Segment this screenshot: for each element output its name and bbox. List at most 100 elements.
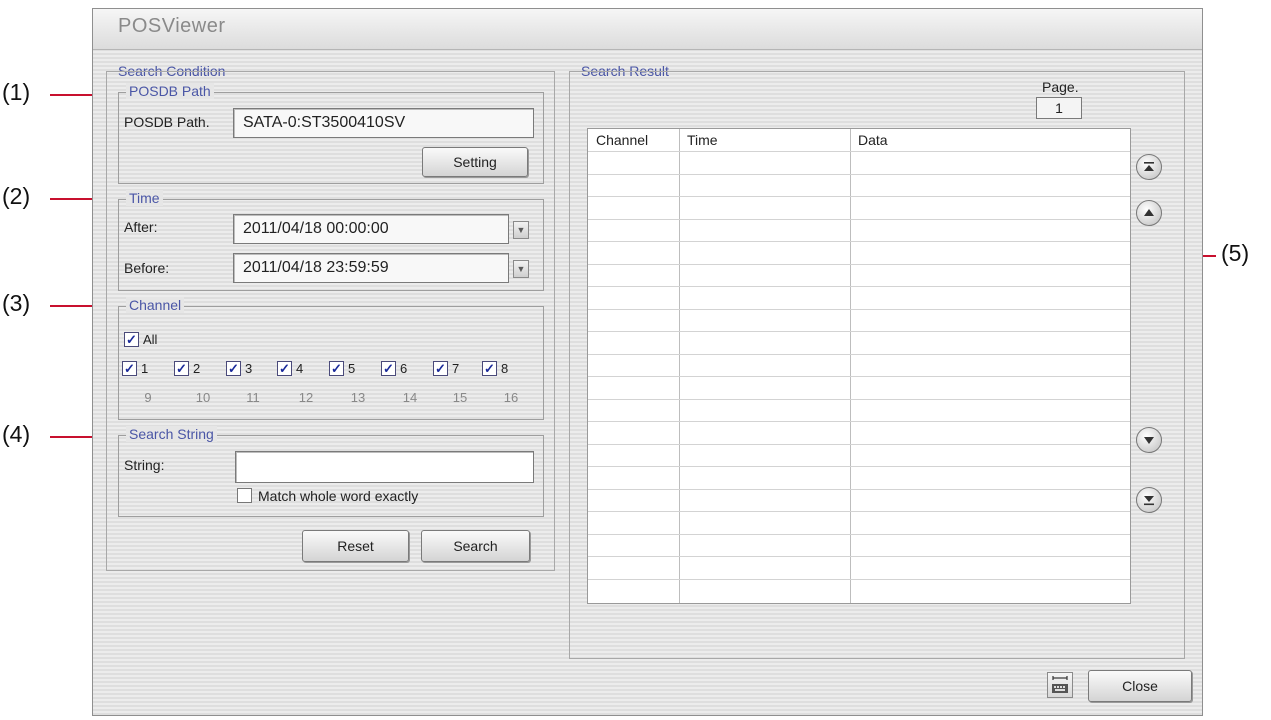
checkmark-icon: ✓ — [176, 361, 187, 376]
channel-1-label: 1 — [141, 361, 149, 376]
channel-16-label: 16 — [503, 390, 519, 405]
callout-4: (4) — [2, 421, 31, 447]
table-row — [588, 489, 1130, 490]
channel-3-checkbox[interactable]: ✓ — [226, 361, 241, 376]
last-page-icon — [1144, 496, 1154, 506]
before-dropdown-button[interactable]: ▼ — [513, 260, 529, 278]
chevron-down-icon: ▼ — [516, 225, 526, 235]
table-row — [588, 579, 1130, 580]
channel-15-label: 15 — [452, 390, 468, 405]
setting-button[interactable]: Setting — [422, 147, 528, 177]
checkmark-icon: ✓ — [383, 361, 394, 376]
table-row — [588, 331, 1130, 332]
channel-5-label: 5 — [348, 361, 356, 376]
checkmark-icon: ✓ — [484, 361, 495, 376]
checkmark-icon: ✓ — [279, 361, 290, 376]
channel-3-label: 3 — [245, 361, 253, 376]
checkmark-icon: ✓ — [126, 332, 137, 347]
title-bar: POSViewer — [93, 9, 1202, 50]
table-row — [588, 376, 1130, 377]
last-page-button[interactable] — [1136, 487, 1162, 513]
after-datetime-field[interactable]: 2011/04/18 00:00:00 — [233, 214, 509, 244]
channel-7-label: 7 — [452, 361, 460, 376]
table-row — [588, 556, 1130, 557]
channel-2-checkbox[interactable]: ✓ — [174, 361, 189, 376]
keyboard-icon — [1052, 676, 1068, 693]
checkmark-icon: ✓ — [124, 361, 135, 376]
column-divider — [679, 129, 680, 603]
channel-9-label: 9 — [144, 390, 152, 405]
table-row — [588, 174, 1130, 175]
table-row — [588, 421, 1130, 422]
table-row — [588, 444, 1130, 445]
checkmark-icon: ✓ — [435, 361, 446, 376]
window-title: POSViewer — [118, 15, 226, 37]
after-dropdown-button[interactable]: ▼ — [513, 221, 529, 239]
previous-page-icon — [1144, 209, 1154, 216]
checkmark-icon: ✓ — [228, 361, 239, 376]
callout-3: (3) — [2, 290, 31, 316]
search-button[interactable]: Search — [421, 530, 530, 562]
table-row — [588, 511, 1130, 512]
reset-button[interactable]: Reset — [302, 530, 409, 562]
posviewer-window: POSViewer Search Condition POSDB Path PO… — [92, 8, 1203, 716]
channel-1-checkbox[interactable]: ✓ — [122, 361, 137, 376]
first-page-icon — [1144, 162, 1154, 171]
channel-7-checkbox[interactable]: ✓ — [433, 361, 448, 376]
channel-8-label: 8 — [501, 361, 509, 376]
match-whole-word-label: Match whole word exactly — [258, 488, 419, 504]
channel-14-label: 14 — [402, 390, 418, 405]
previous-page-button[interactable] — [1136, 200, 1162, 226]
search-string-input[interactable] — [235, 451, 534, 483]
checkmark-icon: ✓ — [331, 361, 342, 376]
table-row — [588, 286, 1130, 287]
after-label: After: — [124, 219, 158, 235]
table-row — [588, 196, 1130, 197]
search-result-table[interactable]: Channel Time Data — [587, 128, 1131, 604]
column-header-time[interactable]: Time — [687, 132, 718, 148]
keyboard-button[interactable] — [1047, 672, 1073, 698]
page-number-field[interactable]: 1 — [1036, 97, 1082, 119]
channel-11-label: 11 — [246, 390, 260, 405]
channel-5-checkbox[interactable]: ✓ — [329, 361, 344, 376]
page-label: Page. — [1042, 79, 1079, 95]
channel-12-label: 12 — [298, 390, 314, 405]
channel-10-label: 10 — [195, 390, 211, 405]
chevron-down-icon: ▼ — [516, 264, 526, 274]
table-row — [588, 399, 1130, 400]
match-whole-word-checkbox[interactable] — [237, 488, 252, 503]
before-datetime-field[interactable]: 2011/04/18 23:59:59 — [233, 253, 509, 283]
callout-5: (5) — [1221, 240, 1250, 266]
table-row — [588, 466, 1130, 467]
channel-8-checkbox[interactable]: ✓ — [482, 361, 497, 376]
callout-1: (1) — [2, 79, 31, 105]
channel-all-checkbox[interactable]: ✓ — [124, 332, 139, 347]
column-header-data[interactable]: Data — [858, 132, 888, 148]
before-label: Before: — [124, 260, 170, 276]
callout-2: (2) — [2, 183, 31, 209]
channel-4-label: 4 — [296, 361, 304, 376]
time-legend: Time — [126, 190, 163, 206]
channel-6-label: 6 — [400, 361, 408, 376]
next-page-button[interactable] — [1136, 427, 1162, 453]
close-button[interactable]: Close — [1088, 670, 1192, 702]
string-label: String: — [124, 457, 165, 473]
channel-4-checkbox[interactable]: ✓ — [277, 361, 292, 376]
channel-6-checkbox[interactable]: ✓ — [381, 361, 396, 376]
column-header-channel[interactable]: Channel — [596, 132, 648, 148]
posdb-path-field[interactable]: SATA-0:ST3500410SV — [233, 108, 534, 138]
search-string-legend: Search String — [126, 426, 217, 442]
table-row — [588, 264, 1130, 265]
first-page-button[interactable] — [1136, 154, 1162, 180]
posdb-path-label: POSDB Path. — [124, 114, 210, 130]
next-page-icon — [1144, 437, 1154, 444]
table-row — [588, 219, 1130, 220]
channel-legend: Channel — [126, 297, 185, 313]
table-row — [588, 241, 1130, 242]
posdb-path-legend: POSDB Path — [126, 83, 214, 99]
channel-all-label: All — [143, 332, 158, 347]
table-header: Channel Time Data — [588, 129, 1130, 151]
channel-13-label: 13 — [350, 390, 366, 405]
table-row — [588, 354, 1130, 355]
column-divider — [850, 129, 851, 603]
